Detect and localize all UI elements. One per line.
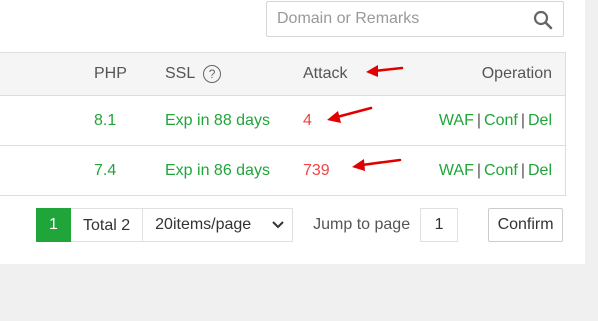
red-arrow-icon [352, 158, 402, 171]
header-operation: Operation [481, 65, 552, 82]
chevron-down-icon [272, 221, 284, 229]
question-circle-icon[interactable]: ? [203, 65, 222, 83]
search-input[interactable] [267, 2, 522, 36]
php-version[interactable]: 8.1 [94, 112, 116, 130]
del-link[interactable]: Del [528, 112, 552, 129]
table-header: PHP SSL ? Attack Operation [0, 53, 565, 96]
header-ssl-label: SSL [165, 65, 195, 82]
row-operations: WAF | Conf | Del [439, 162, 552, 180]
per-page-select[interactable]: 20items/page [143, 208, 294, 242]
site-list-panel: PHP SSL ? Attack Operation 8.1 Exp in 88… [0, 0, 585, 264]
op-separator: | [476, 111, 482, 129]
row-operations: WAF | Conf | Del [439, 112, 552, 130]
ssl-status[interactable]: Exp in 86 days [165, 162, 270, 180]
ssl-status[interactable]: Exp in 88 days [165, 112, 270, 130]
search-box[interactable] [266, 1, 564, 37]
del-link[interactable]: Del [528, 162, 552, 179]
waf-link[interactable]: WAF [439, 112, 474, 129]
conf-link[interactable]: Conf [484, 162, 518, 179]
conf-link[interactable]: Conf [484, 112, 518, 129]
table-row: 7.4 Exp in 86 days 739 WAF | Conf | Del [0, 146, 565, 196]
table-row: 8.1 Exp in 88 days 4 WAF | Conf | Del [0, 96, 565, 146]
red-arrow-icon [366, 65, 404, 77]
op-separator: | [476, 161, 482, 179]
attack-count[interactable]: 739 [303, 162, 330, 180]
attack-count[interactable]: 4 [303, 112, 312, 130]
jump-label: Jump to page [313, 216, 411, 233]
page-button-current[interactable]: 1 [36, 208, 71, 242]
red-arrow-icon [327, 106, 373, 123]
jump-page-input[interactable]: 1 [420, 208, 459, 242]
total-count: Total 2 [71, 208, 144, 242]
pagination: 1 Total 2 20items/page Jump to page 1 Co… [36, 208, 564, 242]
op-separator: | [520, 161, 525, 179]
search-icon[interactable] [533, 10, 553, 30]
op-separator: | [520, 111, 525, 129]
confirm-button[interactable]: Confirm [488, 208, 564, 242]
php-version[interactable]: 7.4 [94, 162, 116, 180]
site-table: PHP SSL ? Attack Operation 8.1 Exp in 88… [0, 52, 566, 196]
header-ssl[interactable]: SSL ? [165, 65, 222, 83]
header-attack[interactable]: Attack [303, 65, 347, 83]
header-php[interactable]: PHP [94, 65, 127, 83]
per-page-value: 20items/page [155, 216, 252, 233]
waf-link[interactable]: WAF [439, 162, 474, 179]
